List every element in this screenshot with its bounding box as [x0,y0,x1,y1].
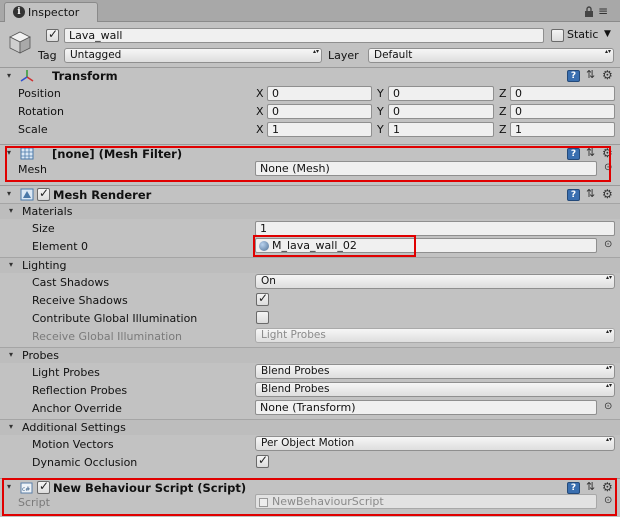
object-picker-icon[interactable]: ⊙ [604,401,612,412]
position-x-input[interactable]: 0 [267,86,372,101]
materials-size-input[interactable]: 1 [255,221,615,236]
probes-label: Probes [22,349,59,362]
additional-settings-label: Additional Settings [22,421,126,434]
expand-triangle-icon[interactable]: ▾ [9,206,13,215]
highlight-material [253,235,416,257]
info-icon: i [13,6,25,18]
anchor-override-label: Anchor Override [32,402,122,415]
scale-x-input[interactable]: 1 [267,122,372,137]
axis-y-label: Y [377,123,384,136]
expand-triangle-icon[interactable]: ▾ [9,260,13,269]
receive-gi-label: Receive Global Illumination [32,330,183,343]
contribute-gi-checkbox[interactable] [256,311,269,324]
axis-y-label: Y [377,105,384,118]
scale-label: Scale [18,123,48,136]
axis-y-label: Y [377,87,384,100]
materials-foldout[interactable]: ▾ Materials [0,203,620,219]
axis-x-label: X [256,87,264,100]
lock-icon[interactable] [584,6,594,20]
presets-icon[interactable]: ⇅ [586,187,595,200]
lighting-foldout[interactable]: ▾ Lighting [0,257,620,273]
receive-gi-dropdown: Light Probes [255,328,615,343]
scale-z-input[interactable]: 1 [510,122,615,137]
position-y-input[interactable]: 0 [388,86,494,101]
receive-shadows-checkbox[interactable] [256,291,269,306]
object-name-input[interactable]: Lava_wall [64,28,544,43]
light-probes-label: Light Probes [32,366,100,379]
transform-icon [19,69,35,86]
size-label: Size [32,222,55,235]
rotation-label: Rotation [18,105,65,118]
expand-triangle-icon[interactable]: ▾ [7,71,11,80]
active-checkbox[interactable] [46,27,59,42]
probes-foldout[interactable]: ▾ Probes [0,347,620,363]
transform-title: Transform [52,69,118,83]
axis-z-label: Z [499,87,507,100]
cast-shadows-dropdown[interactable]: On [255,274,615,289]
anchor-override-field[interactable]: None (Transform) [255,400,597,415]
contribute-gi-label: Contribute Global Illumination [32,312,198,325]
mesh-renderer-enabled-checkbox[interactable] [37,186,50,201]
axis-x-label: X [256,105,264,118]
expand-triangle-icon[interactable]: ▾ [9,350,13,359]
presets-icon[interactable]: ⇅ [586,68,595,81]
rotation-z-input[interactable]: 0 [510,104,615,119]
mesh-renderer-header[interactable]: ▾ Mesh Renderer ? ⇅ ⚙ [0,185,620,202]
layer-dropdown[interactable]: Default [368,48,614,63]
static-checkbox[interactable] [551,29,564,42]
highlight-mesh-filter [5,146,611,182]
axis-x-label: X [256,123,264,136]
gear-icon[interactable]: ⚙ [602,68,613,82]
motion-vectors-label: Motion Vectors [32,438,114,451]
tab-label: Inspector [28,6,80,19]
tab-inspector[interactable]: i Inspector [4,2,98,22]
mesh-renderer-icon [20,188,34,204]
expand-triangle-icon[interactable]: ▾ [9,422,13,431]
menu-icon[interactable]: ≡ [598,4,608,18]
dynamic-occlusion-checkbox[interactable] [256,453,269,468]
scale-y-input[interactable]: 1 [388,122,494,137]
gear-icon[interactable]: ⚙ [602,187,613,201]
axis-z-label: Z [499,105,507,118]
rotation-x-input[interactable]: 0 [267,104,372,119]
static-label: Static [567,28,599,41]
receive-shadows-label: Receive Shadows [32,294,128,307]
light-probes-dropdown[interactable]: Blend Probes [255,364,615,379]
materials-label: Materials [22,205,73,218]
reflection-probes-dropdown[interactable]: Blend Probes [255,382,615,397]
additional-settings-foldout[interactable]: ▾ Additional Settings [0,419,620,435]
mesh-renderer-title: Mesh Renderer [53,188,152,202]
motion-vectors-dropdown[interactable]: Per Object Motion [255,436,615,451]
tag-label: Tag [38,49,57,62]
help-icon[interactable]: ? [567,189,580,201]
static-dropdown-icon[interactable]: ▼ [604,29,611,39]
tag-dropdown[interactable]: Untagged [64,48,322,63]
cube-icon [8,30,32,54]
position-label: Position [18,87,61,100]
rotation-y-input[interactable]: 0 [388,104,494,119]
position-z-input[interactable]: 0 [510,86,615,101]
help-icon[interactable]: ? [567,70,580,82]
axis-z-label: Z [499,123,507,136]
layer-label: Layer [328,49,359,62]
transform-header[interactable]: ▾ Transform ? ⇅ ⚙ [0,67,620,84]
highlight-script [2,478,617,516]
object-picker-icon[interactable]: ⊙ [604,239,612,250]
cast-shadows-label: Cast Shadows [32,276,110,289]
reflection-probes-label: Reflection Probes [32,384,128,397]
lighting-label: Lighting [22,259,67,272]
element-0-label: Element 0 [32,240,89,253]
expand-triangle-icon[interactable]: ▾ [7,189,11,198]
dynamic-occlusion-label: Dynamic Occlusion [32,456,138,469]
